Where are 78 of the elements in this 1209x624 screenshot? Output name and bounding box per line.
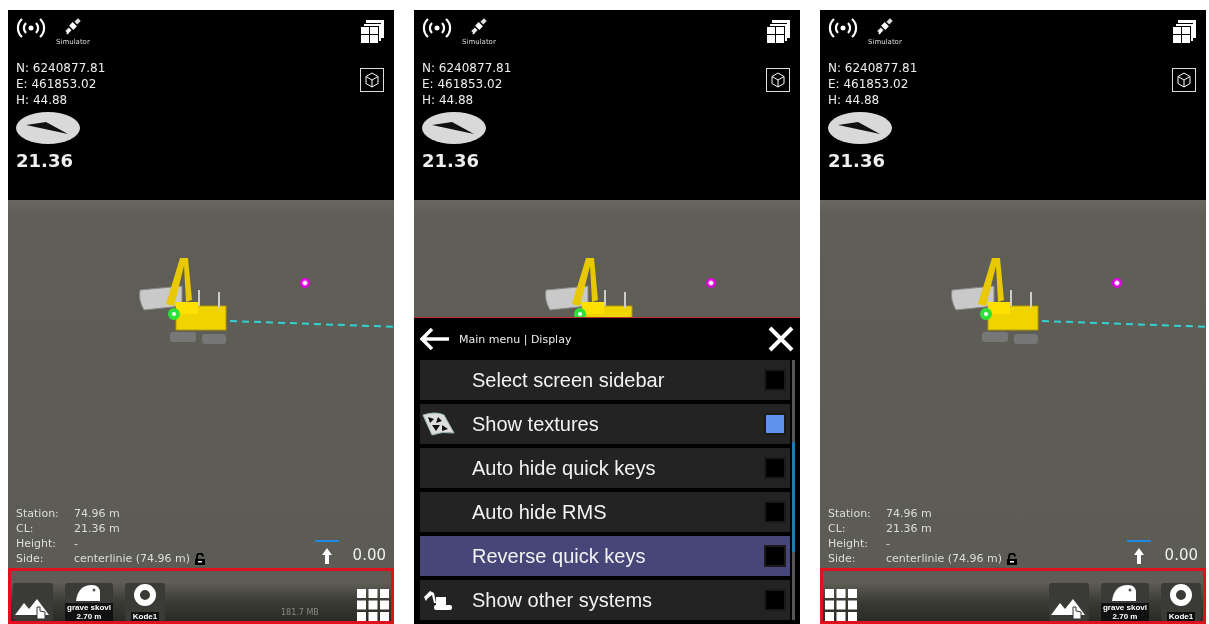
layers-icon[interactable]	[766, 20, 790, 44]
coordinate-text: N: 6240877.81	[828, 60, 918, 76]
menu-item[interactable]: Select screen sidebar	[420, 360, 790, 400]
elevation-arrow-icon	[1126, 540, 1151, 564]
coordinate-text: E: 461853.02	[828, 76, 910, 92]
mesh-icon	[422, 411, 456, 437]
info-label: Side:	[828, 551, 857, 566]
code-button[interactable]: Kode1	[1161, 583, 1201, 621]
scrollbar[interactable]	[792, 360, 795, 620]
checkbox[interactable]	[764, 545, 786, 567]
menu-item[interactable]: Show other systems	[420, 580, 790, 620]
info-label: Side:	[16, 551, 45, 566]
info-label: CL:	[828, 521, 847, 536]
apps-menu-button[interactable]	[357, 589, 389, 621]
info-label: CL:	[16, 521, 35, 536]
radio-signal-icon[interactable]	[422, 16, 452, 40]
ring-icon	[133, 583, 158, 607]
info-label: Station:	[16, 506, 60, 521]
layers-icon[interactable]	[360, 20, 384, 44]
elevation-value: 0.00	[352, 546, 386, 564]
coordinate-text: N: 6240877.81	[422, 60, 512, 76]
radio-signal-icon[interactable]	[16, 16, 46, 40]
checkbox[interactable]	[764, 413, 786, 435]
info-label: Height:	[828, 536, 870, 551]
lock-icon[interactable]	[194, 552, 207, 565]
3d-view-button[interactable]	[766, 68, 790, 92]
ring-icon	[1169, 583, 1193, 607]
coordinate-text: E: 461853.02	[422, 76, 504, 92]
menu-item[interactable]: Auto hide RMS	[420, 492, 790, 532]
radio-signal-icon[interactable]	[828, 16, 858, 40]
layers-icon[interactable]	[1172, 20, 1196, 44]
coordinate-text: N: 6240877.81	[16, 60, 106, 76]
menu-item[interactable]: Reverse quick keys	[420, 536, 790, 576]
apps-menu-button[interactable]	[825, 589, 857, 621]
bucket-button[interactable]: grave skovl 2.70 m	[1100, 583, 1149, 621]
3d-view-button[interactable]	[1172, 68, 1196, 92]
3d-view-button[interactable]	[360, 68, 384, 92]
coordinate-text: H: 44.88	[828, 92, 881, 108]
compass-icon	[16, 112, 80, 144]
coordinate-text: H: 44.88	[422, 92, 475, 108]
info-value: 74.96 m	[886, 506, 932, 521]
coordinate-text: H: 44.88	[16, 92, 69, 108]
info-label: Station:	[828, 506, 872, 521]
point-marker	[1112, 278, 1122, 288]
checkbox[interactable]	[764, 501, 786, 523]
point-marker	[300, 278, 310, 288]
bucket-button[interactable]: grave skovl 2.70 m	[65, 583, 114, 621]
info-label: Height:	[16, 536, 58, 551]
excavator-icon	[422, 589, 454, 611]
code-button[interactable]: Kode1	[125, 583, 166, 621]
menu-breadcrumb: Main menu | Display	[459, 332, 573, 346]
checkbox[interactable]	[764, 457, 786, 479]
info-value: -	[886, 536, 890, 551]
menu-item[interactable]: Auto hide quick keys	[420, 448, 790, 488]
checkbox[interactable]	[764, 369, 786, 391]
info-value: 21.36 m	[886, 521, 932, 536]
point-marker	[706, 278, 716, 288]
info-value: 74.96 m	[74, 506, 120, 521]
info-value: 21.36 m	[74, 521, 120, 536]
coordinate-text: E: 461853.02	[16, 76, 98, 92]
compass-icon	[828, 112, 892, 144]
memory-usage-text: 181.7 MB	[281, 608, 319, 617]
elevation-arrow-icon	[314, 540, 339, 564]
back-button[interactable]	[419, 327, 451, 351]
terrain-button[interactable]	[13, 583, 53, 621]
terrain-button[interactable]	[1048, 583, 1089, 621]
elevation-value: 0.00	[1164, 546, 1198, 564]
info-value: -	[74, 536, 78, 551]
info-value: centerlinie (74.96 m)	[74, 551, 191, 566]
heading-value: 21.36	[16, 150, 73, 171]
checkbox[interactable]	[764, 589, 786, 611]
lock-icon[interactable]	[1006, 552, 1019, 565]
heading-value: 21.36	[828, 150, 885, 171]
info-value: centerlinie (74.96 m)	[886, 551, 1003, 566]
close-button[interactable]	[768, 326, 794, 352]
heading-value: 21.36	[422, 150, 479, 171]
compass-icon	[422, 112, 486, 144]
menu-item[interactable]: Show textures	[420, 404, 790, 444]
